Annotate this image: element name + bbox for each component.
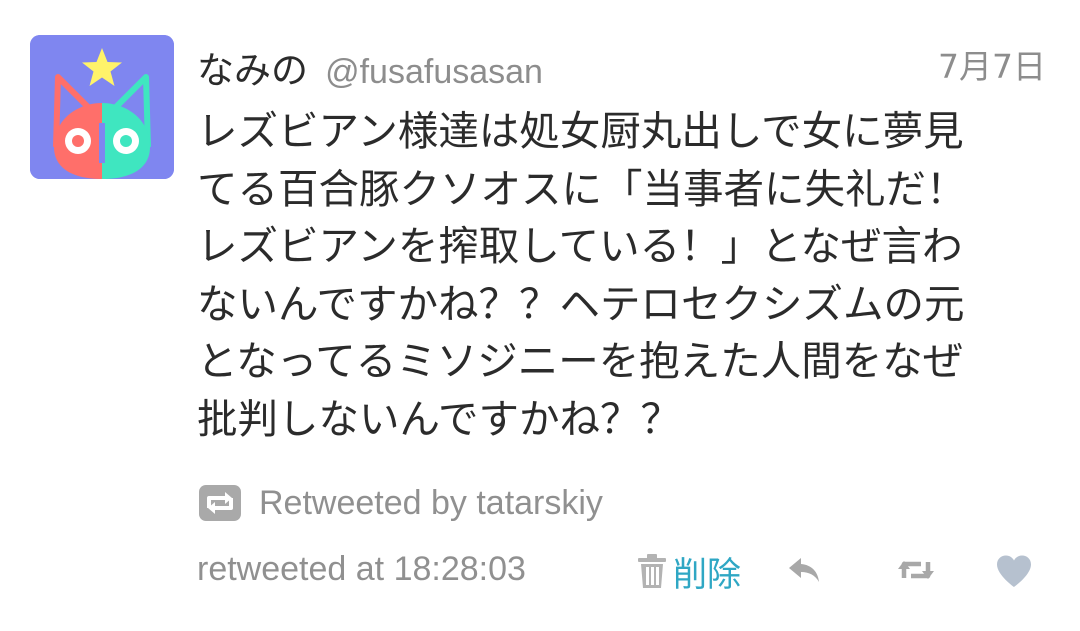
tweet-text-line: レズビアン様達は処女厨丸出しで女に夢見 bbox=[197, 107, 964, 155]
heart-icon[interactable] bbox=[995, 554, 1033, 588]
tweet-card: なみの @fusafusasan 7月7日 レズビアン様達は処女厨丸出しで女に夢… bbox=[0, 0, 1080, 631]
avatar[interactable] bbox=[30, 35, 174, 179]
tweet-text-line: てる百合豚クソオスに「当事者に失礼だ！ bbox=[197, 164, 967, 213]
tweet-date: 7月7日 bbox=[938, 47, 1046, 86]
delete-label: 削除 bbox=[673, 554, 741, 595]
display-name[interactable]: なみの bbox=[197, 49, 308, 92]
delete-button[interactable]: 削除 bbox=[635, 548, 741, 595]
retweeted-at-label: retweeted at 18:28:03 bbox=[197, 550, 526, 588]
tweet-header: なみの @fusafusasan bbox=[197, 40, 543, 92]
tweet-text-line: 批判しないんですかね？？ bbox=[197, 394, 681, 443]
retweet-icon bbox=[199, 485, 241, 521]
retweet-icon[interactable] bbox=[895, 554, 937, 586]
tweet-footer: retweeted at 18:28:03 削除 bbox=[197, 548, 1047, 595]
tweet-text: レズビアン様達は処女厨丸出しで女に夢見 てる百合豚クソオスに「当事者に失礼だ！ レズ… bbox=[197, 103, 1057, 448]
cat-avatar-icon bbox=[30, 35, 174, 179]
tweet-text-line: となってるミソジニーを抱えた人間をなぜ bbox=[197, 337, 964, 385]
reply-icon[interactable] bbox=[787, 554, 823, 586]
tweet-text-line: レズビアンを搾取している！」となぜ言わ bbox=[197, 222, 963, 270]
retweeted-by-row: Retweeted by tatarskiy bbox=[197, 482, 603, 524]
user-handle[interactable]: @fusafusasan bbox=[325, 53, 543, 91]
trash-icon bbox=[638, 554, 666, 588]
retweeted-by-label[interactable]: Retweeted by tatarskiy bbox=[259, 484, 603, 523]
tweet-text-line: ないんですかね？？ヘテロセクシズムの元 bbox=[197, 279, 965, 328]
